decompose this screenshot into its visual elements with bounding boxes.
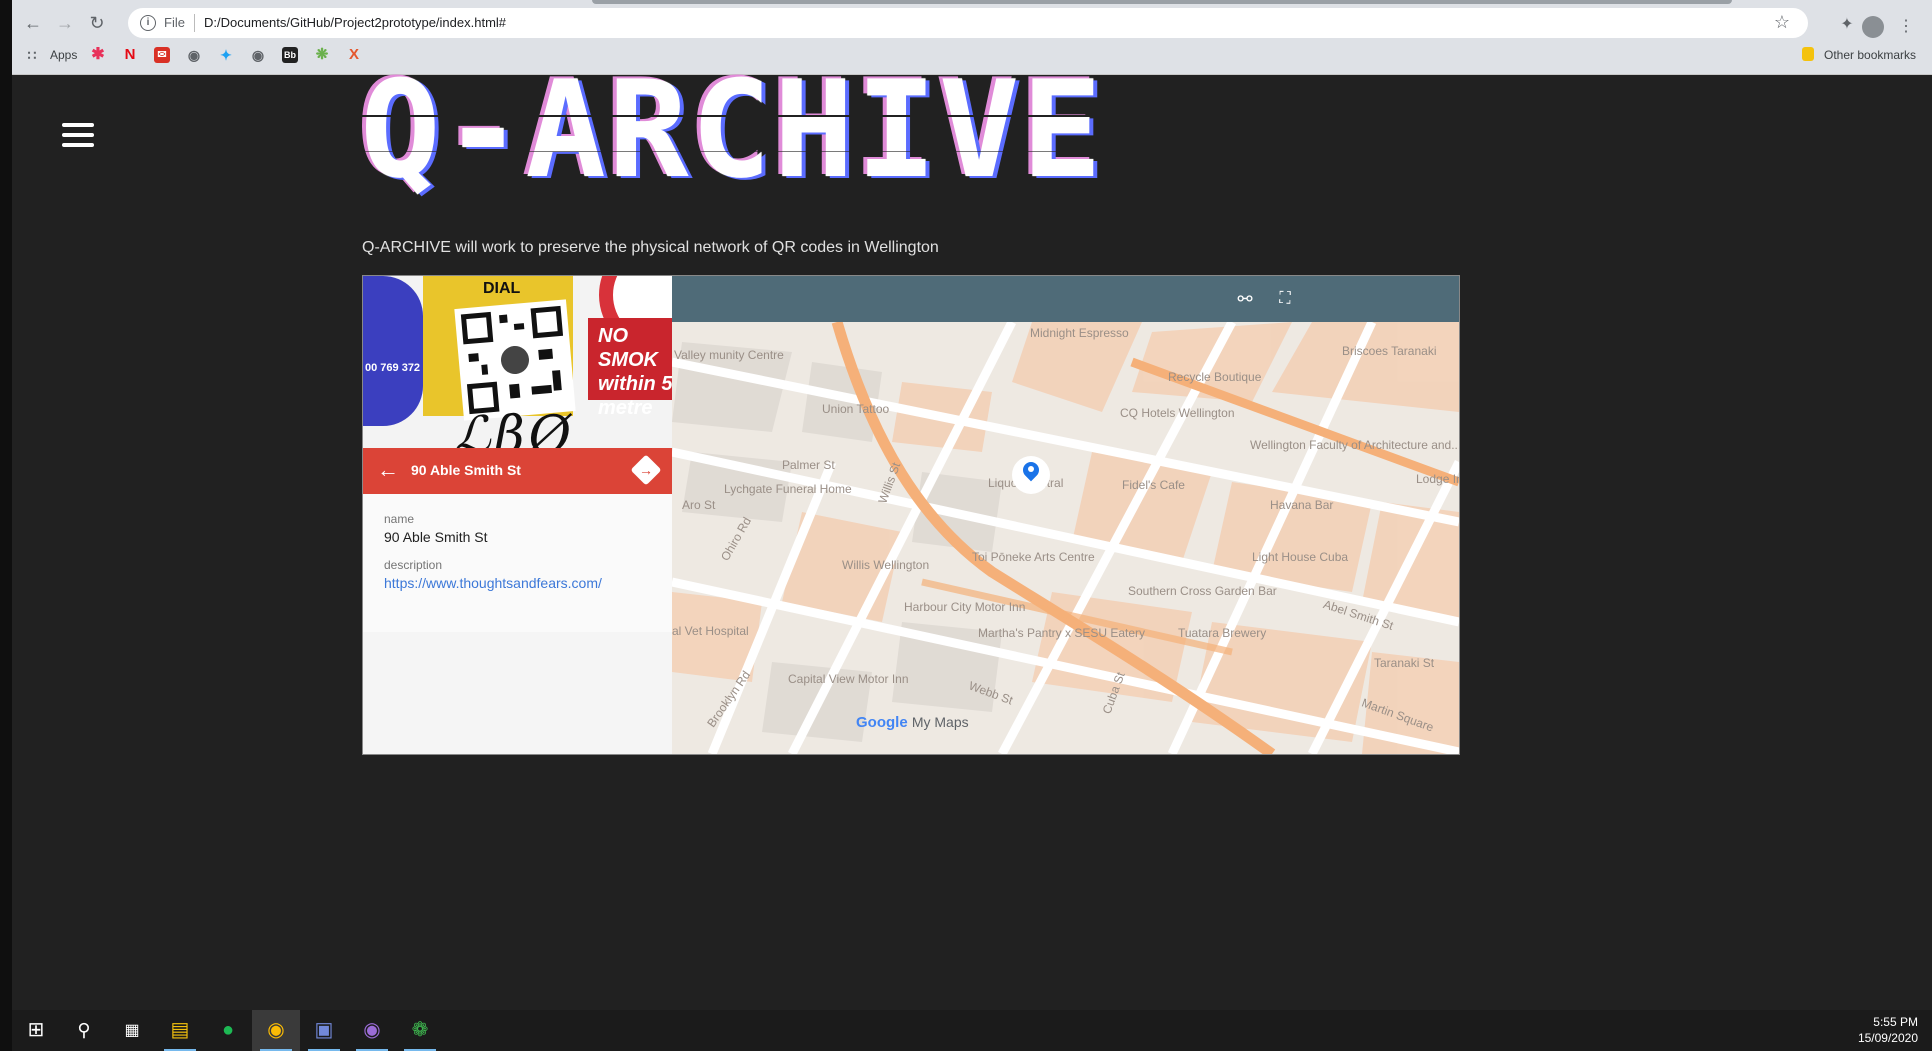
map-label: Harbour City Motor Inn bbox=[904, 600, 1026, 614]
map-label: Lodge In bbox=[1416, 472, 1459, 486]
google-logo: Google bbox=[856, 714, 908, 731]
map-label: CQ Hotels Wellington bbox=[1120, 406, 1235, 420]
qr-code-image bbox=[454, 299, 576, 421]
map-label: Union Tattoo bbox=[822, 402, 890, 416]
field-label-description: description bbox=[384, 558, 443, 572]
discord-icon[interactable]: ▣ bbox=[300, 1010, 348, 1051]
location-pin-icon[interactable] bbox=[1012, 456, 1050, 494]
embedded-map: NO SMOK within 5 metre DIAL 00 769 372 ℒ… bbox=[362, 275, 1460, 755]
back-arrow-icon[interactable]: ← bbox=[377, 459, 399, 481]
map-label: Havana Bar bbox=[1270, 498, 1334, 512]
field-label-name: name bbox=[384, 512, 415, 526]
place-photo: NO SMOK within 5 metre DIAL 00 769 372 ℒ… bbox=[363, 276, 672, 448]
tab-indicator[interactable] bbox=[592, 0, 1732, 4]
info-icon[interactable]: i bbox=[140, 15, 156, 31]
task-view-icon[interactable]: ▦ bbox=[108, 1010, 156, 1051]
map-toolbar: ⚯ ⛶ bbox=[672, 276, 1459, 322]
apps-grid-icon[interactable]: ∷ bbox=[24, 47, 40, 63]
share-icon[interactable]: ⚯ bbox=[1234, 288, 1256, 310]
tagline: Q-ARCHIVE will work to preserve the phys… bbox=[362, 239, 939, 256]
web-page: Q-ARCHIVE Q-ARCHIVE will work to preserv… bbox=[12, 63, 1932, 1010]
fullscreen-icon[interactable]: ⛶ bbox=[1274, 288, 1296, 310]
address-bar[interactable]: i File D:/Documents/GitHub/Project2proto… bbox=[128, 8, 1808, 38]
my-maps-label: My Maps bbox=[911, 714, 969, 730]
netflix-icon[interactable]: N bbox=[122, 47, 138, 63]
map-label: Martha's Pantry x SESU Eatery bbox=[978, 626, 1146, 640]
site-logo: Q-ARCHIVE bbox=[360, 52, 1105, 208]
spotify-icon[interactable]: ● bbox=[204, 1010, 252, 1051]
asterisk-icon[interactable]: ✱ bbox=[90, 47, 106, 63]
address-separator bbox=[194, 14, 195, 32]
map-label: Capital View Motor Inn bbox=[788, 672, 909, 686]
place-title-bar: ← 90 Able Smith St → bbox=[363, 448, 672, 494]
map-label: Midnight Espresso bbox=[1030, 326, 1129, 340]
forward-arrow-icon[interactable]: → bbox=[54, 12, 76, 34]
photo-dial: DIAL bbox=[483, 280, 521, 297]
map-label: Toi Pōneke Arts Centre bbox=[972, 550, 1095, 564]
photo-graffiti: ℒβØ bbox=[453, 406, 576, 448]
chrome-icon[interactable]: ◉ bbox=[252, 1010, 300, 1051]
reload-icon[interactable]: ↻ bbox=[86, 12, 108, 34]
map-label: Wellington Faculty of Architecture and..… bbox=[1250, 438, 1459, 452]
scheme-label: File bbox=[164, 15, 185, 30]
map-label: Briscoes Taranaki bbox=[1342, 344, 1437, 358]
map-label: Valley munity Centre bbox=[674, 348, 784, 362]
map-label: Southern Cross Garden Bar bbox=[1128, 584, 1277, 598]
back-arrow-icon[interactable]: ← bbox=[22, 12, 44, 34]
directions-icon[interactable]: → bbox=[630, 454, 662, 486]
bb-icon[interactable]: Bb bbox=[282, 47, 298, 63]
map-label: Palmer St bbox=[782, 458, 835, 472]
hamburger-menu-icon[interactable] bbox=[62, 123, 94, 147]
map-label: Willis Wellington bbox=[842, 558, 930, 572]
place-info-panel: NO SMOK within 5 metre DIAL 00 769 372 ℒ… bbox=[363, 276, 673, 754]
map-label: Aro St bbox=[682, 498, 716, 512]
bookmark-star-icon[interactable]: ☆ bbox=[1774, 12, 1790, 33]
map-canvas[interactable]: Valley munity Centre Midnight Espresso B… bbox=[672, 322, 1459, 754]
screen-edge bbox=[0, 0, 12, 1051]
menu-dots-icon[interactable]: ⋮ bbox=[1898, 16, 1914, 38]
photo-phone: 00 769 372 bbox=[365, 362, 421, 374]
logo-glitch-line bbox=[360, 151, 1290, 152]
map-streets bbox=[672, 322, 1459, 754]
windows-start-icon[interactable]: ⊞ bbox=[12, 1010, 60, 1051]
place-title: 90 Able Smith St bbox=[411, 462, 521, 478]
search-icon[interactable]: ⚲ bbox=[60, 1010, 108, 1051]
tab-strip bbox=[12, 0, 1932, 4]
map-label: Lychgate Funeral Home bbox=[724, 482, 852, 496]
bug-icon[interactable]: ❋ bbox=[314, 47, 330, 63]
app-icon[interactable]: ❁ bbox=[396, 1010, 444, 1051]
place-details: name 90 Able Smith St description https:… bbox=[363, 494, 672, 632]
clock-time: 5:55 PM bbox=[1873, 1015, 1918, 1029]
file-explorer-icon[interactable]: ▤ bbox=[156, 1010, 204, 1051]
photo-sign: NO SMOK within 5 metre bbox=[588, 318, 672, 419]
globe-icon[interactable]: ◉ bbox=[186, 47, 202, 63]
github-desktop-icon[interactable]: ◉ bbox=[348, 1010, 396, 1051]
bookmark-apps[interactable]: Apps bbox=[50, 46, 77, 64]
navigation-row: ← → ↻ i File D:/Documents/GitHub/Project… bbox=[12, 8, 1932, 38]
map-label: Light House Cuba bbox=[1252, 550, 1349, 564]
folder-icon bbox=[1802, 47, 1814, 61]
field-value-name: 90 Able Smith St bbox=[384, 529, 488, 545]
windows-taskbar: ⊞ ⚲ ▦ ▤ ● ◉ ▣ ◉ ❁ 5:55 PM 15/09/2020 bbox=[12, 1010, 1932, 1051]
google-my-maps-attribution: Google My Maps bbox=[856, 714, 969, 731]
description-link[interactable]: https://www.thoughtsandfears.com/ bbox=[384, 575, 602, 591]
twitter-icon[interactable]: ✦ bbox=[218, 47, 234, 63]
map-label: Tuatara Brewery bbox=[1178, 626, 1267, 640]
mail-icon[interactable]: ✉ bbox=[154, 47, 170, 63]
map-label: Taranaki St bbox=[1374, 656, 1435, 670]
extensions-puzzle-icon[interactable]: ✦ bbox=[1838, 16, 1856, 34]
map-label: Recycle Boutique bbox=[1168, 370, 1262, 384]
system-clock[interactable]: 5:55 PM 15/09/2020 bbox=[1858, 1014, 1918, 1046]
logo-glitch-line bbox=[360, 115, 1290, 117]
url-text[interactable]: D:/Documents/GitHub/Project2prototype/in… bbox=[204, 15, 506, 30]
other-bookmarks[interactable]: Other bookmarks bbox=[1824, 46, 1916, 64]
globe-icon[interactable]: ◉ bbox=[250, 47, 266, 63]
map-label: Fidel's Cafe bbox=[1122, 478, 1185, 492]
profile-avatar[interactable] bbox=[1862, 16, 1884, 38]
map-label: al Vet Hospital bbox=[672, 624, 749, 638]
clock-date: 15/09/2020 bbox=[1857, 1031, 1918, 1045]
